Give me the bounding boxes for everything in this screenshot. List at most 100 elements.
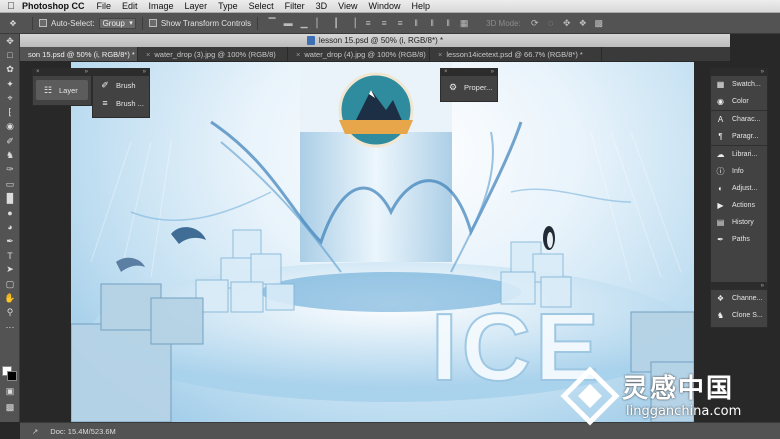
path-select-tool-icon[interactable]: ➤: [0, 263, 20, 277]
type-tool-icon[interactable]: T: [0, 248, 20, 262]
tab-lesson15[interactable]: son 15.psd @ 50% (i, RGB/8*) *: [20, 47, 138, 61]
blur-tool-icon[interactable]: ●: [0, 206, 20, 220]
libraries-label: Librari...: [732, 151, 758, 158]
share-icon[interactable]: ↗: [32, 427, 38, 436]
watermark-url: lingganchina.com: [626, 404, 742, 419]
app-name-menu[interactable]: Photoshop CC: [22, 1, 85, 11]
adjustments-icon: ◐: [718, 184, 723, 193]
doc-size-info[interactable]: Doc: 15.4M/523.6M: [50, 427, 115, 436]
tab-water-drop-4[interactable]: × water_drop (4).jpg @ 100% (RGB/8): [288, 47, 430, 61]
paths-icon: ✒: [717, 235, 724, 244]
distribute-hcenter-icon[interactable]: ‖: [424, 18, 440, 28]
auto-select-dropdown[interactable]: Group: [98, 17, 136, 29]
properties-panel-collapsed: ×» ⚙ Proper...: [440, 68, 498, 102]
lasso-tool-icon[interactable]: ✿: [0, 63, 20, 77]
properties-panel-button[interactable]: ⚙ Proper...: [441, 76, 497, 98]
brush-panel-collapsed: » ✐ Brush ≡ Brush ...: [92, 68, 150, 118]
rectangle-tool-icon[interactable]: ▢: [0, 277, 20, 291]
more-tools-icon[interactable]: ⋯: [0, 320, 20, 334]
menu-help[interactable]: Help: [411, 1, 430, 11]
scale-3d-icon[interactable]: ▩: [591, 18, 607, 29]
menu-view[interactable]: View: [338, 1, 357, 11]
close-icon[interactable]: ×: [146, 50, 150, 59]
move-tool-icon[interactable]: ✥: [0, 34, 20, 48]
drag-3d-icon[interactable]: ✥: [559, 18, 575, 29]
panel-header[interactable]: »: [711, 283, 767, 290]
move-tool-preset-icon[interactable]: ✥: [0, 13, 26, 34]
align-right-icon[interactable]: ▕: [344, 18, 360, 29]
auto-align-icon[interactable]: ▦: [456, 18, 472, 29]
gradient-tool-icon[interactable]: █: [0, 191, 20, 205]
crop-tool-icon[interactable]: ⌖: [0, 91, 20, 105]
info-panel-button[interactable]: ⓘ Info: [711, 163, 767, 180]
swatches-icon: ▦: [716, 80, 725, 89]
menu-window[interactable]: Window: [368, 1, 400, 11]
show-transform-checkbox[interactable]: [148, 19, 157, 27]
distribute-bottom-icon[interactable]: ≡: [392, 18, 408, 28]
paragraph-panel-button[interactable]: ¶ Paragr...: [711, 128, 767, 145]
background-color-swatch[interactable]: [7, 371, 17, 381]
close-icon[interactable]: ×: [296, 50, 300, 59]
brush-presets-panel-button[interactable]: ≡ Brush ...: [93, 94, 149, 112]
apple-icon[interactable]: : [0, 1, 22, 12]
menu-layer[interactable]: Layer: [185, 1, 208, 11]
align-hcenter-icon[interactable]: ┃: [328, 18, 344, 29]
panel-header[interactable]: ×»: [33, 69, 91, 76]
screen-mode-icon[interactable]: ▩: [0, 400, 20, 414]
marquee-tool-icon[interactable]: □: [0, 48, 20, 62]
panel-header[interactable]: ×»: [441, 69, 497, 76]
eyedropper-tool-icon[interactable]: ⁅: [0, 105, 20, 119]
menu-filter[interactable]: Filter: [285, 1, 305, 11]
history-panel-button[interactable]: ▤ History: [711, 214, 767, 231]
align-top-icon[interactable]: ▔: [264, 18, 280, 29]
paths-panel-button[interactable]: ✒ Paths: [711, 231, 767, 248]
hand-tool-icon[interactable]: ✋: [0, 291, 20, 305]
distribute-right-icon[interactable]: ‖: [440, 18, 456, 28]
channels-panel-button[interactable]: ❖ Channe...: [711, 290, 767, 307]
quick-mask-icon[interactable]: ▣: [0, 384, 20, 398]
distribute-vcenter-icon[interactable]: ≡: [376, 18, 392, 28]
menu-image[interactable]: Image: [149, 1, 174, 11]
history-brush-tool-icon[interactable]: ✑: [0, 163, 20, 177]
slide-3d-icon[interactable]: ❖: [575, 18, 591, 29]
auto-select-checkbox[interactable]: [39, 19, 47, 27]
menu-type[interactable]: Type: [218, 1, 238, 11]
align-bottom-icon[interactable]: ▁: [296, 18, 312, 29]
layers-panel-button[interactable]: ☷ Layer: [36, 80, 88, 100]
distribute-top-icon[interactable]: ≡: [360, 18, 376, 28]
eraser-tool-icon[interactable]: ▭: [0, 177, 20, 191]
brush-panel-button[interactable]: ✐ Brush: [93, 76, 149, 94]
menu-file[interactable]: File: [97, 1, 112, 11]
color-panel-button[interactable]: ◉ Color: [711, 93, 767, 110]
clone-stamp-tool-icon[interactable]: ♞: [0, 148, 20, 162]
watermark-logo-icon: [560, 366, 620, 426]
brush-presets-icon: ≡: [102, 98, 108, 108]
menu-3d[interactable]: 3D: [316, 1, 328, 11]
orbit-3d-icon[interactable]: ⟳: [527, 18, 543, 29]
brush-icon: ✐: [101, 79, 109, 90]
swatches-panel-button[interactable]: ▦ Swatch...: [711, 76, 767, 93]
clone-source-panel-button[interactable]: ♞ Clone S...: [711, 307, 767, 324]
properties-label: Proper...: [464, 82, 493, 92]
distribute-left-icon[interactable]: ‖: [408, 18, 424, 28]
close-icon[interactable]: ×: [438, 50, 442, 59]
character-panel-button[interactable]: A Charac...: [711, 111, 767, 128]
tab-water-drop-3[interactable]: × water_drop (3).jpg @ 100% (RGB/8): [138, 47, 288, 61]
panel-header[interactable]: »: [93, 69, 149, 76]
brush-tool-icon[interactable]: ✐: [0, 134, 20, 148]
panel-header[interactable]: »: [711, 69, 767, 76]
adjustments-panel-button[interactable]: ◐ Adjust...: [711, 180, 767, 197]
quick-select-tool-icon[interactable]: ✦: [0, 77, 20, 91]
healing-brush-tool-icon[interactable]: ◉: [0, 120, 20, 134]
menu-edit[interactable]: Edit: [122, 1, 138, 11]
pen-tool-icon[interactable]: ✒: [0, 234, 20, 248]
align-left-icon[interactable]: ▏: [312, 18, 328, 29]
libraries-panel-button[interactable]: ☁ Librari...: [711, 146, 767, 163]
dodge-tool-icon[interactable]: ◕: [0, 220, 20, 234]
actions-panel-button[interactable]: ▶ Actions: [711, 197, 767, 214]
align-vcenter-icon[interactable]: ▬: [280, 18, 296, 28]
tab-lesson14icetext[interactable]: × lesson14icetext.psd @ 66.7% (RGB/8*) *: [430, 47, 602, 61]
roll-3d-icon[interactable]: ◌: [543, 18, 559, 28]
menu-select[interactable]: Select: [249, 1, 274, 11]
zoom-tool-icon[interactable]: ⚲: [0, 306, 20, 320]
